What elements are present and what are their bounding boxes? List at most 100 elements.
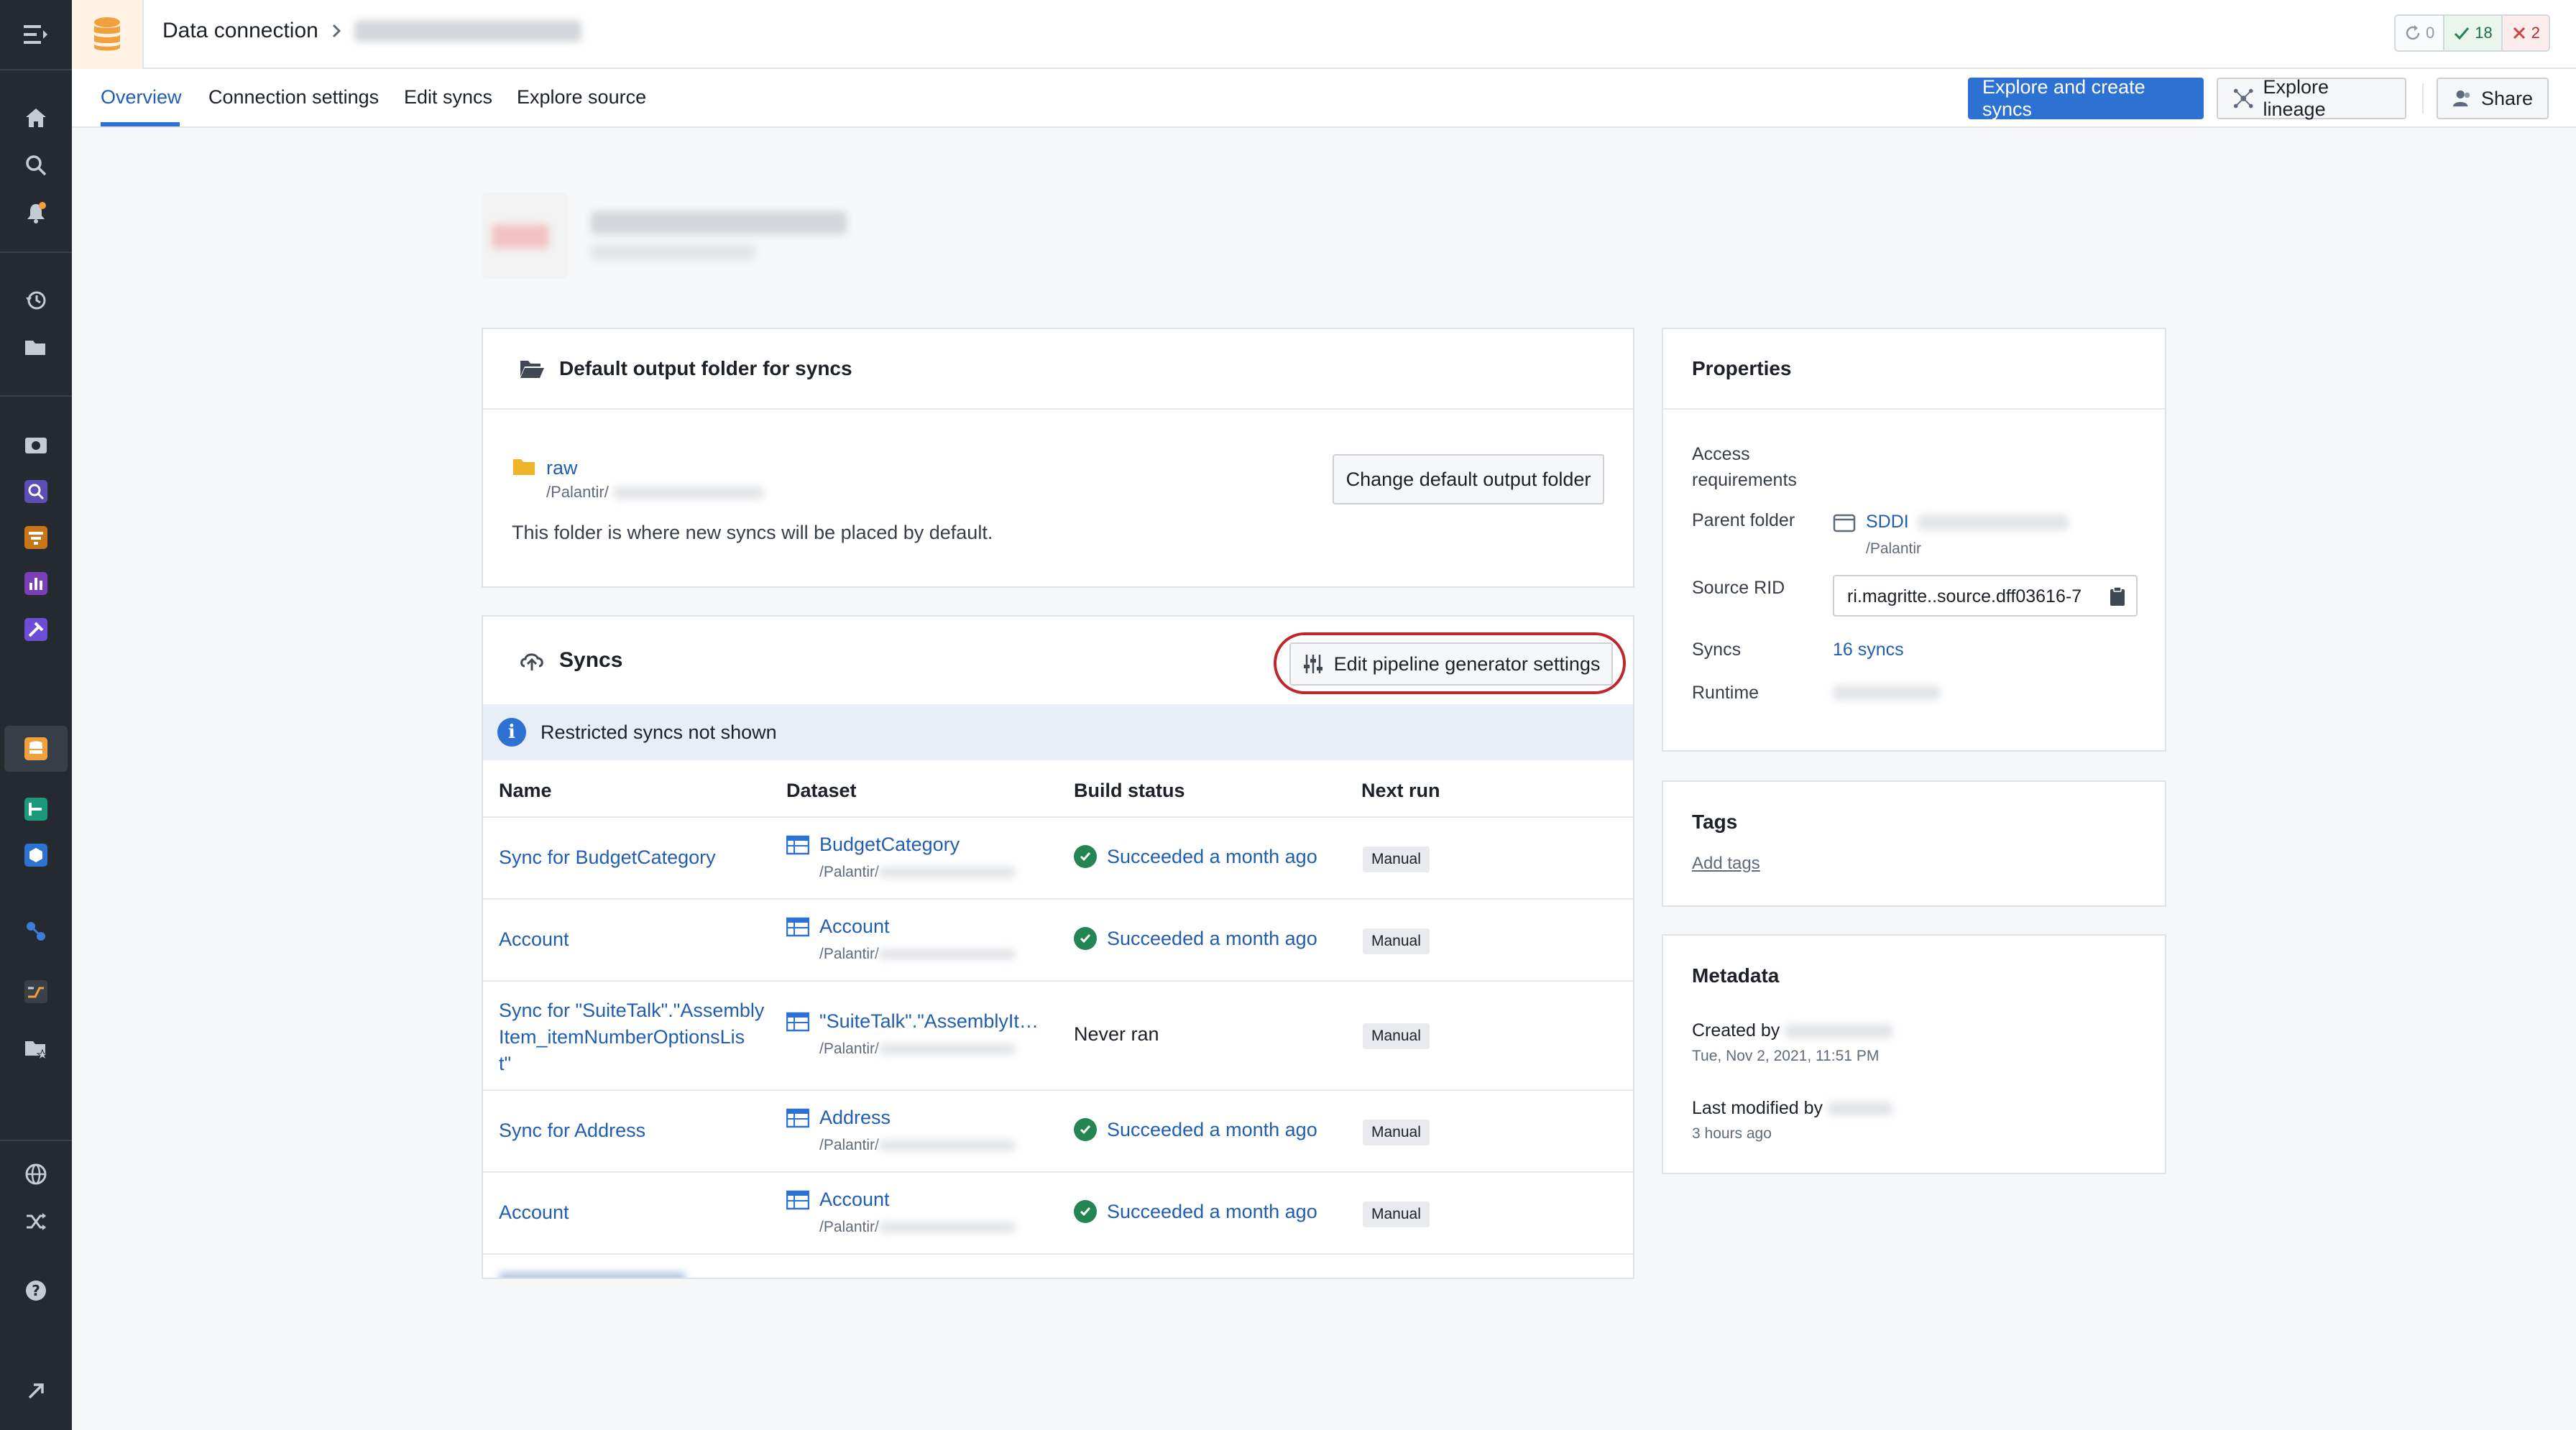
people-icon bbox=[2452, 90, 2470, 107]
success-check-icon bbox=[1074, 1200, 1097, 1223]
source-logo bbox=[482, 193, 568, 279]
dataset-link[interactable]: Address bbox=[819, 1107, 891, 1129]
sync-name-link[interactable]: Account bbox=[499, 1201, 569, 1224]
tab-connection-settings[interactable]: Connection settings bbox=[208, 86, 379, 109]
starred-folders-icon[interactable] bbox=[20, 1033, 52, 1065]
syncs-card: Syncs Edit pipeline generator settings i… bbox=[482, 615, 1634, 1279]
dataset-link[interactable]: Account bbox=[819, 915, 890, 938]
dataset-path: /Palantir/ bbox=[819, 864, 879, 880]
source-subtitle bbox=[591, 244, 755, 260]
folder-link[interactable]: raw bbox=[546, 457, 578, 479]
source-rid-field[interactable]: ri.magritte..source.dff03616-7 bbox=[1833, 575, 2138, 617]
folder-yellow-icon bbox=[512, 457, 536, 481]
created-by-label: Created by bbox=[1692, 1020, 1893, 1041]
explore-create-syncs-button[interactable]: Explore and create syncs bbox=[1968, 76, 2204, 120]
button-divider bbox=[2422, 83, 2424, 114]
tab-edit-syncs[interactable]: Edit syncs bbox=[404, 86, 492, 109]
syncs-label: Syncs bbox=[1692, 640, 1742, 660]
edit-pipeline-generator-button[interactable]: Edit pipeline generator settings bbox=[1289, 642, 1613, 686]
clipboard-icon[interactable] bbox=[2109, 586, 2126, 606]
history-icon[interactable] bbox=[20, 285, 52, 316]
column-header-name[interactable]: Name bbox=[499, 780, 552, 802]
menu-icon[interactable] bbox=[20, 19, 52, 50]
dataset-table-icon bbox=[786, 1190, 809, 1210]
syncs-count-link[interactable]: 16 syncs bbox=[1833, 640, 1904, 660]
dataset-table-icon bbox=[786, 917, 809, 937]
data-connection-logo-icon bbox=[72, 0, 144, 69]
build-status-summary[interactable]: 0 18 2 bbox=[2394, 14, 2550, 52]
folder-icon[interactable] bbox=[20, 332, 52, 364]
dataset-path: /Palantir/ bbox=[819, 946, 879, 962]
sync-name-link[interactable]: Sync for "SuiteTalk"."Assembly Item_item… bbox=[499, 997, 764, 1077]
contour-app-icon[interactable] bbox=[20, 522, 52, 553]
table-row[interactable]: Account Account /Palantir/ Succeeded a m… bbox=[483, 900, 1633, 982]
next-run-badge: Manual bbox=[1363, 1120, 1430, 1145]
quiver-app-icon[interactable] bbox=[20, 476, 52, 507]
build-status[interactable]: Succeeded a month ago bbox=[1074, 1118, 1317, 1141]
tags-card: Tags Add tags bbox=[1662, 780, 2166, 907]
metadata-title: Metadata bbox=[1692, 964, 1780, 987]
parent-folder-label: Parent folder bbox=[1692, 510, 1795, 530]
lineage-icon bbox=[2233, 88, 2253, 109]
runtime-label: Runtime bbox=[1692, 683, 1760, 703]
folder-path: /Palantir/ bbox=[546, 483, 609, 501]
running-count[interactable]: 0 bbox=[2396, 16, 2445, 50]
search-icon[interactable] bbox=[20, 149, 52, 181]
tab-bar: Overview Connection settings Edit syncs … bbox=[72, 69, 2576, 128]
build-status[interactable]: Succeeded a month ago bbox=[1074, 927, 1317, 950]
data-connection-app-icon[interactable] bbox=[20, 733, 52, 765]
sync-name-link[interactable]: Account bbox=[499, 928, 569, 951]
notifications-icon[interactable] bbox=[20, 197, 52, 229]
metadata-card: Metadata Created by Tue, Nov 2, 2021, 11… bbox=[1662, 934, 2166, 1174]
help-icon[interactable]: ? bbox=[20, 1275, 52, 1306]
dataset-path: /Palantir/ bbox=[819, 1137, 879, 1153]
dataset-path: /Palantir/ bbox=[819, 1041, 879, 1057]
breadcrumb-source-name[interactable] bbox=[354, 20, 581, 42]
expand-icon[interactable] bbox=[20, 1375, 52, 1407]
success-check-icon bbox=[1074, 845, 1097, 868]
succeeded-count[interactable]: 18 bbox=[2444, 16, 2503, 50]
add-tags-link[interactable]: Add tags bbox=[1692, 854, 1760, 874]
analysis-app-icon[interactable] bbox=[20, 568, 52, 599]
table-row[interactable]: Sync for BudgetCategory BudgetCategory /… bbox=[483, 818, 1633, 900]
folder-outline-icon bbox=[1833, 514, 1856, 532]
dataset-link[interactable]: Account bbox=[819, 1189, 890, 1211]
next-run-badge: Manual bbox=[1363, 1023, 1430, 1049]
sync-name-link[interactable]: Sync for BudgetCategory bbox=[499, 847, 716, 869]
dataset-link[interactable]: BudgetCategory bbox=[819, 834, 960, 856]
source-rid-label: Source RID bbox=[1692, 578, 1785, 598]
globe-icon[interactable] bbox=[20, 1158, 52, 1190]
table-row[interactable]: Sync for Address Address /Palantir/ Succ… bbox=[483, 1091, 1633, 1173]
column-header-next-run[interactable]: Next run bbox=[1361, 780, 1440, 802]
pipeline-app-icon[interactable] bbox=[20, 793, 52, 825]
table-row-partial bbox=[499, 1272, 686, 1278]
home-icon[interactable] bbox=[20, 102, 52, 134]
build-status[interactable]: Succeeded a month ago bbox=[1074, 1200, 1317, 1223]
failed-count[interactable]: 2 bbox=[2502, 16, 2549, 50]
table-row[interactable]: Sync for "SuiteTalk"."Assembly Item_item… bbox=[483, 982, 1633, 1091]
ontology-app-icon[interactable] bbox=[20, 839, 52, 871]
tab-overview[interactable]: Overview bbox=[101, 86, 182, 109]
tab-explore-source[interactable]: Explore source bbox=[517, 86, 646, 109]
parent-folder-link[interactable]: SDDI bbox=[1866, 512, 1909, 532]
camera-app-icon[interactable] bbox=[20, 428, 52, 460]
lineage-icon[interactable] bbox=[20, 976, 52, 1007]
breadcrumb-app-title[interactable]: Data connection bbox=[162, 19, 318, 43]
workflow-icon[interactable] bbox=[20, 915, 52, 947]
table-row[interactable]: Account Account /Palantir/ Succeeded a m… bbox=[483, 1173, 1633, 1255]
explore-lineage-button[interactable]: Explore lineage bbox=[2217, 76, 2406, 120]
active-tab-indicator bbox=[101, 122, 180, 126]
build-status: Never ran bbox=[1074, 1023, 1159, 1045]
cross-icon bbox=[2513, 27, 2525, 40]
share-button[interactable]: Share bbox=[2437, 78, 2549, 119]
sync-name-link[interactable]: Sync for Address bbox=[499, 1120, 645, 1142]
dataset-link[interactable]: "SuiteTalk"."AssemblyIt… bbox=[819, 1010, 1039, 1033]
build-status[interactable]: Succeeded a month ago bbox=[1074, 845, 1317, 868]
next-run-badge: Manual bbox=[1363, 1201, 1430, 1227]
runtime-value bbox=[1833, 686, 1941, 700]
shuffle-icon[interactable] bbox=[20, 1206, 52, 1237]
builder-app-icon[interactable] bbox=[20, 614, 52, 645]
column-header-build-status[interactable]: Build status bbox=[1074, 780, 1185, 802]
change-folder-button[interactable]: Change default output folder bbox=[1333, 454, 1604, 504]
column-header-dataset[interactable]: Dataset bbox=[786, 780, 857, 802]
